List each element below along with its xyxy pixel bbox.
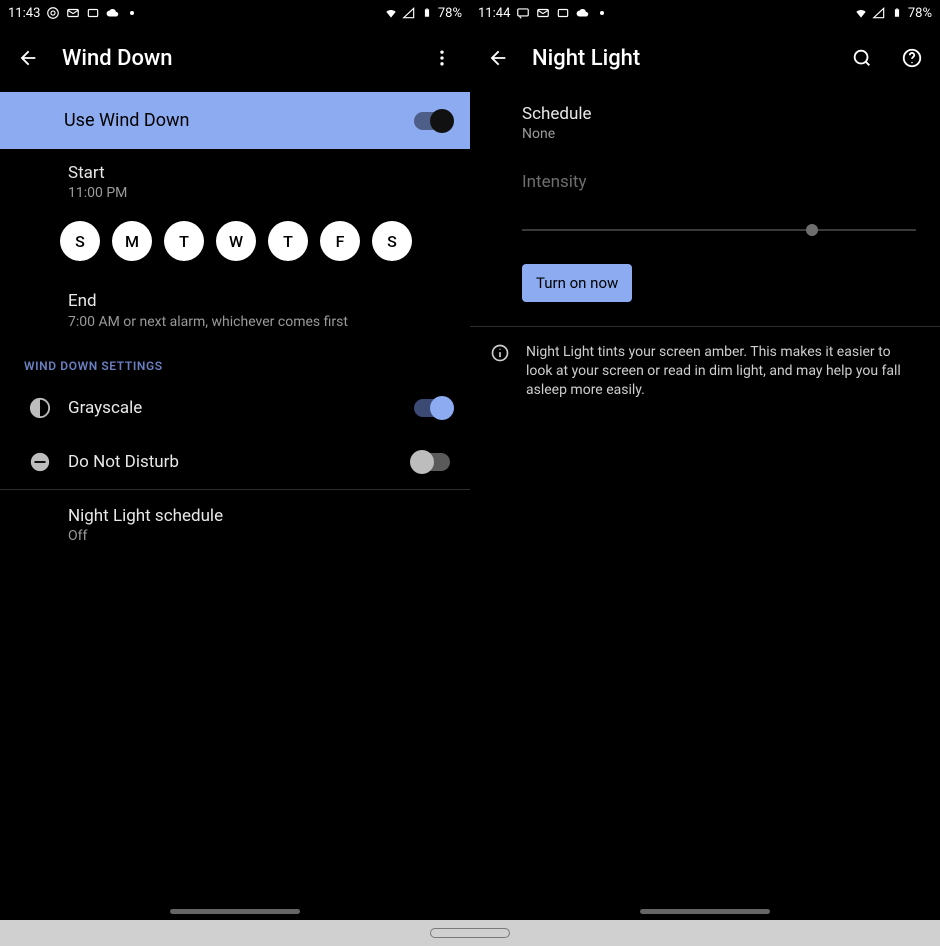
night-light-schedule-row[interactable]: Night Light schedule Off <box>0 490 470 560</box>
use-wind-down-row[interactable]: Use Wind Down <box>0 92 470 149</box>
back-button[interactable] <box>12 42 44 74</box>
wifi-icon <box>384 6 398 20</box>
mail-icon <box>66 6 80 20</box>
use-wind-down-label: Use Wind Down <box>24 110 414 131</box>
start-row[interactable]: Start 11:00 PM <box>0 149 470 211</box>
end-label: End <box>68 291 450 311</box>
rect-icon <box>556 6 570 20</box>
cloud-icon <box>576 6 590 20</box>
schedule-label: Schedule <box>522 104 916 124</box>
intensity-label: Intensity <box>522 172 916 192</box>
slider-thumb[interactable] <box>806 224 818 236</box>
info-icon <box>490 343 510 400</box>
message-icon <box>516 6 530 20</box>
page-title: Night Light <box>532 46 640 71</box>
search-button[interactable] <box>846 42 878 74</box>
intensity-slider[interactable] <box>522 220 916 240</box>
back-button[interactable] <box>482 42 514 74</box>
day-chip-thu[interactable]: T <box>268 221 308 261</box>
day-chip-fri[interactable]: F <box>320 221 360 261</box>
app-bar: Wind Down <box>0 26 470 82</box>
day-chip-sun[interactable]: S <box>60 221 100 261</box>
schedule-value: None <box>522 126 916 142</box>
night-light-label: Night Light schedule <box>68 506 450 526</box>
end-row[interactable]: End 7:00 AM or next alarm, whichever com… <box>0 277 470 341</box>
dnd-icon <box>20 451 60 473</box>
night-light-value: Off <box>68 528 450 544</box>
status-bar: 11:43 78% <box>0 0 470 26</box>
signal-icon <box>402 6 416 20</box>
signal-icon <box>872 6 886 20</box>
app-bar: Night Light <box>470 26 940 82</box>
dot-icon <box>600 11 604 15</box>
status-time: 11:43 <box>8 6 40 21</box>
grayscale-switch[interactable] <box>414 399 450 417</box>
dnd-switch[interactable] <box>414 453 450 471</box>
schedule-row[interactable]: Schedule None <box>470 90 940 150</box>
home-indicator[interactable] <box>640 909 770 914</box>
status-time: 11:44 <box>478 6 510 21</box>
rect-icon <box>86 6 100 20</box>
battery-icon <box>890 6 904 20</box>
status-bar: 11:44 78% <box>470 0 940 26</box>
battery-icon <box>420 6 434 20</box>
intensity-row: Intensity <box>470 150 940 200</box>
dnd-label: Do Not Disturb <box>68 452 414 472</box>
day-chip-wed[interactable]: W <box>216 221 256 261</box>
day-selector: S M T W T F S <box>0 211 470 277</box>
cloud-icon <box>106 6 120 20</box>
home-indicator[interactable] <box>170 909 300 914</box>
turn-on-now-button[interactable]: Turn on now <box>522 264 632 302</box>
screen-night-light: 11:44 78% Night Light <box>470 0 940 920</box>
page-title: Wind Down <box>62 46 173 71</box>
screen-wind-down: 11:43 78% Wind Down <box>0 0 470 920</box>
status-battery: 78% <box>438 6 462 21</box>
dnd-row[interactable]: Do Not Disturb <box>0 435 470 489</box>
overflow-menu-button[interactable] <box>426 42 458 74</box>
day-chip-mon[interactable]: M <box>112 221 152 261</box>
info-text: Night Light tints your screen amber. Thi… <box>526 343 916 400</box>
mail-icon <box>536 6 550 20</box>
grayscale-row[interactable]: Grayscale <box>0 381 470 435</box>
wifi-icon <box>854 6 868 20</box>
chrome-icon <box>46 6 60 20</box>
grayscale-icon <box>20 397 60 419</box>
info-row: Night Light tints your screen amber. Thi… <box>470 327 940 416</box>
dot-icon <box>130 11 134 15</box>
status-battery: 78% <box>908 6 932 21</box>
end-value: 7:00 AM or next alarm, whichever comes f… <box>68 313 428 331</box>
footer-bar <box>0 920 940 946</box>
day-chip-sat[interactable]: S <box>372 221 412 261</box>
help-button[interactable] <box>896 42 928 74</box>
start-label: Start <box>68 163 450 183</box>
day-chip-tue[interactable]: T <box>164 221 204 261</box>
footer-pill <box>430 928 510 938</box>
start-value: 11:00 PM <box>68 185 450 201</box>
grayscale-label: Grayscale <box>68 398 414 418</box>
use-wind-down-switch[interactable] <box>414 112 450 130</box>
moon-icon <box>20 515 60 535</box>
section-header: WIND DOWN SETTINGS <box>0 341 470 381</box>
